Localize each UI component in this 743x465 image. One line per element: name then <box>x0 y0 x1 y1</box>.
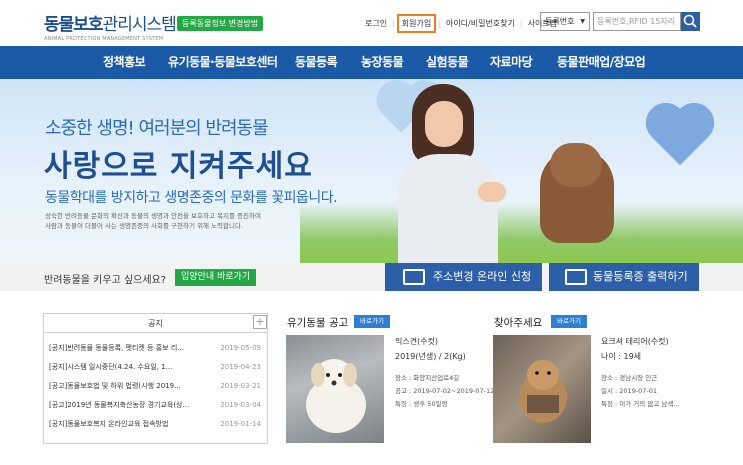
grass-image <box>300 203 743 263</box>
monitor-icon <box>403 269 425 285</box>
hero-description-line: 사람과 동물이 더불어 사는 생명존중의 사회를 구현하기 위해 노력합니다. <box>45 222 243 230</box>
search-icon <box>683 14 697 28</box>
stray-notice-title: 유기동물 공고 <box>287 317 349 329</box>
missing-pet-meta: 장소 : 경남시장 인근 일시 : 2019-07-01 특징 : 이가 거의 … <box>601 372 680 411</box>
missing-pet-date: 일시 : 2019-07-01 <box>601 387 658 395</box>
login-link[interactable]: 로그인 <box>360 18 392 29</box>
search-type-value: 등록번호 <box>545 17 575 26</box>
notice-date: 2019-04-23 <box>220 363 261 371</box>
hero-description-line: 성숙한 반려동물 문화의 확산과 동물의 생명과 안전을 보호하고 복지를 증진… <box>45 212 261 220</box>
adoption-guide-button[interactable]: 입양안내 바로가기 <box>175 269 257 286</box>
notice-title: [공지]시스템 일시중단(4.24. 수요일, 1... <box>49 363 173 371</box>
print-registration-button[interactable]: 동물등록증 출력하기 <box>549 263 699 291</box>
printer-icon <box>565 269 587 285</box>
stray-animal-breed: 믹스견(수컷) <box>395 337 439 346</box>
change-guide-button[interactable]: 등록동물정보 변경방법 <box>177 16 264 31</box>
nav-item-lab-animals[interactable]: 실험동물 <box>426 46 469 79</box>
logo-title: 동물보호관리시스템 <box>44 15 177 35</box>
notice-more-button[interactable]: + <box>253 315 267 329</box>
missing-pet-breed: 요크셔 테리어(수컷) <box>601 337 669 346</box>
address-change-label: 주소변경 온라인 신청 <box>433 270 532 283</box>
hero-tagline: 동물학대를 방지하고 생명존중의 문화를 꽃피웁니다. <box>45 190 338 206</box>
stray-notice-more-button[interactable]: 바로가기 <box>354 315 390 328</box>
notice-item[interactable]: [공고]동물보호법 및 하위 법령(시행 2019... 2019-03-21 <box>49 377 261 396</box>
notice-title: [공고]2019년 동물복지축산농장 경기교육(상... <box>49 401 190 409</box>
heart-decoration <box>651 108 709 166</box>
notice-item[interactable]: [공지]시스템 일시중단(4.24. 수요일, 1... 2019-04-23 <box>49 358 261 377</box>
stray-dog-photo[interactable] <box>286 335 384 443</box>
notice-date: 2019-05-09 <box>220 344 261 352</box>
girl-face <box>425 101 463 147</box>
adoption-question: 반려동물을 키우고 싶으세요? <box>44 275 167 286</box>
stray-animal-feature: 특징 : 생후 50일령 <box>395 400 448 408</box>
search-button[interactable] <box>681 12 700 31</box>
stray-animal-meta: 장소 : 화양지산업로4길 공고 : 2019-07-02~2019-07-12… <box>395 372 494 411</box>
print-registration-label: 동물등록증 출력하기 <box>593 270 688 283</box>
site-logo[interactable]: 동물보호관리시스템 ANIMAL PROTECTION MANAGEMENT S… <box>44 10 177 42</box>
yorkie-illustration <box>519 360 567 423</box>
notice-title: [공고]동물보호법 및 하위 법령(시행 2019... <box>49 382 181 390</box>
header: 동물보호관리시스템 ANIMAL PROTECTION MANAGEMENT S… <box>0 0 743 46</box>
hero-banner: 소중한 생명! 여러분의 반려동물 사랑으로 지켜주세요 동물학대를 방지하고 … <box>0 79 743 263</box>
nav-item-policy[interactable]: 정책홍보 <box>103 46 146 79</box>
top-links: 로그인 | 회원가입 | 아이디/비밀번호찾기 | 사이트맵 <box>360 14 562 33</box>
main-nav: 정책홍보 유기동물·동물보호센터 동물등록 농장동물 실험동물 자료마당 동물판… <box>0 46 743 79</box>
missing-dog-photo[interactable] <box>493 335 591 443</box>
nav-item-stray-animals[interactable]: 유기동물·동물보호센터 <box>168 46 278 79</box>
notice-title: [공지]반려동물 동물등록, 펫티켓 등 홍보 리... <box>49 344 184 352</box>
girl-hand <box>478 182 506 202</box>
missing-pet-feature: 특징 : 이가 거의 없고 남색... <box>601 400 680 408</box>
missing-pet-age: 나이 : 19세 <box>601 352 642 361</box>
join-link[interactable]: 회원가입 <box>396 14 437 33</box>
nav-item-registration[interactable]: 동물등록 <box>295 46 338 79</box>
search-input[interactable]: 등록번호,RFID 15자리 <box>593 12 681 31</box>
hero-headline: 소중한 생명! 여러분의 반려동물 <box>45 118 269 139</box>
notice-date: 2019-01-14 <box>220 420 261 428</box>
hero-description: 성숙한 반려동물 문화의 확산과 동물의 생명과 안전을 보호하고 복지를 증진… <box>45 211 345 231</box>
girl-body <box>398 154 498 263</box>
notice-tab[interactable]: 공지 <box>44 314 267 333</box>
notice-date: 2019-03-21 <box>220 382 261 390</box>
notice-item[interactable]: [공지]반려동물 동물등록, 펫티켓 등 홍보 리... 2019-05-09 <box>49 339 261 358</box>
nav-item-resources[interactable]: 자료마당 <box>490 46 533 79</box>
notice-date: 2019-03-04 <box>220 401 261 409</box>
find-pet-more-button[interactable]: 바로가기 <box>551 315 587 328</box>
notice-title: [공지]동물보호복지 온라인교육 접속방법 <box>49 420 169 428</box>
address-change-button[interactable]: 주소변경 온라인 신청 <box>385 263 542 291</box>
white-dog-illustration <box>306 359 366 433</box>
notice-item[interactable]: [공고]2019년 동물복지축산농장 경기교육(상... 2019-03-04 <box>49 396 261 415</box>
dog-head <box>550 143 602 187</box>
hero-title: 사랑으로 지켜주세요 <box>44 149 313 184</box>
nav-item-farm-animals[interactable]: 농장동물 <box>361 46 404 79</box>
find-account-link[interactable]: 아이디/비밀번호찾기 <box>441 18 520 29</box>
notice-list: [공지]반려동물 동물등록, 펫티켓 등 홍보 리... 2019-05-09 [… <box>44 333 267 434</box>
notice-item[interactable]: [공지]동물보호복지 온라인교육 접속방법 2019-01-14 <box>49 415 261 434</box>
logo-subtitle: ANIMAL PROTECTION MANAGEMENT SYSTEM <box>44 36 164 42</box>
stray-animal-period: 공고 : 2019-07-02~2019-07-12 <box>395 387 495 395</box>
find-pet-title: 찾아주세요 <box>494 317 543 329</box>
notice-panel: 공지 [공지]반려동물 동물등록, 펫티켓 등 홍보 리... 2019-05-0… <box>43 313 268 444</box>
chevron-down-icon: ▼ <box>580 18 585 25</box>
stray-animal-info: 2019(년생) / 2(Kg) <box>395 352 466 361</box>
missing-pet-place: 장소 : 경남시장 인근 <box>601 374 658 382</box>
nav-item-sales-funeral[interactable]: 동물판매업/장묘업 <box>557 46 646 79</box>
divider: | <box>392 19 395 28</box>
search-type-select[interactable]: 등록번호 ▼ <box>540 12 590 31</box>
stray-animal-place: 장소 : 화양지산업로4길 <box>395 374 460 382</box>
